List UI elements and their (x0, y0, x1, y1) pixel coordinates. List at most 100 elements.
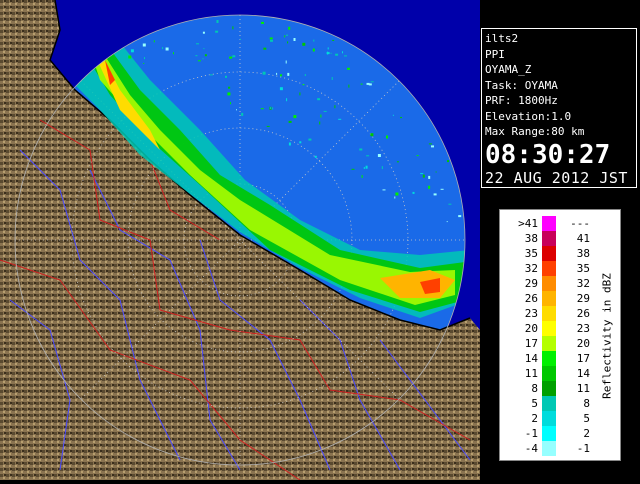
legend-color-swatch (542, 246, 556, 261)
echo-pixel (195, 55, 198, 57)
legend-row: -1 2 (500, 426, 596, 441)
echo-pixel (228, 86, 231, 89)
legend-high-value: 38 (576, 247, 590, 260)
echo-pixel (241, 112, 244, 116)
echo-pixel (335, 53, 339, 56)
echo-pixel (299, 92, 301, 96)
observation-date: 22 AUG 2012 JST (485, 168, 628, 187)
echo-pixel (304, 74, 306, 76)
legend-color-swatch (542, 396, 556, 411)
echo-pixel (351, 168, 355, 170)
legend-high-value: 11 (576, 382, 590, 395)
echo-pixel (266, 125, 270, 127)
echo-pixel (272, 107, 274, 110)
legend-low-value: 11 (524, 367, 538, 380)
echo-pixel (276, 72, 278, 75)
legend-low-value: 23 (524, 307, 538, 320)
legend-low-value: 26 (524, 292, 538, 305)
legend-unit: Reflectivity in dBZ (592, 210, 622, 462)
echo-pixel (332, 39, 335, 41)
echo-pixel (202, 58, 204, 60)
echo-pixel (287, 72, 290, 76)
legend-row: 11 14 (500, 366, 596, 381)
echo-pixel (130, 49, 134, 53)
echo-pixel (293, 38, 296, 41)
echo-pixel (286, 98, 288, 102)
legend-low-value: 38 (524, 232, 538, 245)
echo-pixel (365, 165, 368, 169)
echo-pixel (366, 155, 370, 157)
echo-pixel (386, 135, 388, 139)
echo-pixel (370, 133, 374, 137)
echo-pixel (433, 193, 437, 196)
legend-row: 35 38 (500, 246, 596, 261)
echo-pixel (428, 185, 431, 189)
legend-color-swatch (542, 306, 556, 321)
product-type: PPI (485, 47, 505, 61)
legend-color-swatch (542, 441, 556, 456)
echo-pixel (435, 171, 437, 173)
echo-pixel (326, 52, 330, 55)
legend-high-value: 14 (576, 367, 590, 380)
echo-pixel (153, 40, 155, 43)
legend-high-value: --- (570, 217, 590, 230)
echo-pixel (288, 120, 292, 123)
echo-pixel (447, 160, 449, 163)
legend-high-value: 35 (576, 262, 590, 275)
echo-pixel (331, 77, 333, 80)
legend-row: 20 23 (500, 321, 596, 336)
echo-pixel (229, 56, 233, 59)
echo-pixel (162, 47, 163, 50)
echo-pixel (344, 55, 347, 57)
echo-pixel (431, 145, 434, 148)
legend-color-swatch (542, 336, 556, 351)
echo-pixel (197, 60, 201, 62)
echo-pixel (323, 110, 327, 112)
echo-pixel (293, 115, 297, 119)
legend-row: 25 (500, 411, 596, 426)
echo-pixel (302, 84, 305, 86)
legend-color-swatch (542, 411, 556, 426)
legend-high-value: 20 (576, 337, 590, 350)
echo-pixel (348, 84, 350, 88)
legend-color-swatch (542, 276, 556, 291)
radar-ppi-map (0, 0, 480, 481)
echo-pixel (204, 54, 207, 57)
max-range-label: Max Range:80 km (485, 125, 585, 138)
echo-pixel (363, 167, 365, 169)
echo-pixel (370, 81, 374, 83)
elevation-label: Elevation:1.0 (485, 109, 572, 123)
echo-pixel (366, 82, 370, 85)
legend-row: -4 -1 (500, 441, 596, 456)
legend-row: 8 11 (500, 381, 596, 396)
echo-pixel (458, 215, 462, 218)
echo-pixel (392, 114, 394, 116)
echo-pixel (143, 62, 145, 64)
legend-low-value: >41 (518, 217, 538, 230)
echo-pixel (270, 39, 273, 42)
echo-pixel (216, 20, 219, 23)
legend-low-value: 29 (524, 277, 538, 290)
legend-row: 17 20 (500, 336, 596, 351)
echo-pixel (377, 154, 381, 157)
echo-pixel (319, 121, 321, 125)
echo-pixel (227, 92, 231, 96)
legend-row: 58 (500, 396, 596, 411)
echo-pixel (202, 31, 205, 34)
echo-pixel (128, 55, 132, 59)
echo-pixel (342, 51, 343, 54)
echo-pixel (428, 143, 432, 145)
legend-low-value: 8 (531, 382, 538, 395)
prf-label: PRF: 1800Hz (485, 94, 558, 107)
echo-pixel (232, 26, 234, 30)
echo-pixel (165, 47, 169, 51)
echo-pixel (334, 105, 336, 109)
legend-low-value: 17 (524, 337, 538, 350)
echo-pixel (261, 21, 264, 24)
echo-pixel (312, 48, 315, 52)
echo-pixel (144, 57, 145, 60)
echo-pixel (313, 39, 315, 42)
echo-pixel (428, 175, 431, 179)
echo-pixel (203, 48, 205, 50)
echo-pixel (286, 34, 288, 36)
